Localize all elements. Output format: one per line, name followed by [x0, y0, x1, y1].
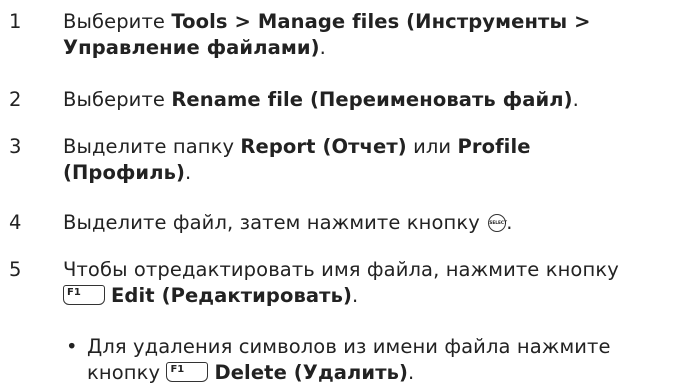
folder-name-profile: Profile: [457, 135, 531, 158]
bullet-text: Для удаления символов из имени файла наж…: [87, 334, 687, 386]
step-text: Выделите файл, затем нажмите кнопку SELE…: [63, 210, 688, 236]
step-text-plain: или: [406, 135, 458, 158]
step-number: 3: [9, 135, 22, 158]
step-number: 4: [9, 211, 22, 234]
punctuation: .: [352, 284, 359, 307]
punctuation: .: [506, 211, 513, 234]
punctuation: .: [319, 36, 326, 59]
step-text-plain: Выделите файл, затем нажмите кнопку: [63, 211, 487, 234]
instruction-document: 1 Выберите Tools > Manage files (Инструм…: [0, 0, 694, 388]
menu-path-continued: Управление файлами): [63, 36, 320, 59]
step-text-plain: Выделите папку: [63, 135, 241, 158]
step-text: Выберите Tools > Manage files (Инструмен…: [63, 9, 688, 61]
f1-key-icon: F1: [63, 285, 105, 305]
menu-item-name: Rename file (Переименовать файл): [171, 88, 573, 111]
folder-name-report: Report (Отчет): [240, 135, 407, 158]
step-number: 2: [9, 88, 22, 111]
select-key-icon: SELECT: [488, 214, 507, 232]
punctuation: .: [572, 88, 579, 111]
punctuation: .: [185, 161, 192, 184]
step-number: 1: [9, 10, 22, 33]
punctuation: .: [408, 361, 415, 384]
menu-path: Tools > Manage files (Инструменты >: [171, 10, 591, 33]
f1-key-icon: F1: [166, 362, 209, 382]
step-text: Выберите Rename file (Переименовать файл…: [63, 87, 688, 113]
bullet-symbol: •: [66, 335, 78, 358]
step-number: 5: [9, 258, 22, 281]
folder-name-profile-continued: (Профиль): [63, 161, 186, 184]
bullet-text-plain: кнопку: [87, 361, 167, 384]
soft-key-label: Delete (Удалить): [214, 361, 409, 384]
bullet-text-plain: Для удаления символов из имени файла наж…: [87, 335, 611, 358]
step-text-plain: Выберите: [63, 10, 172, 33]
soft-key-label: Edit (Редактировать): [111, 284, 353, 307]
step-text-plain: Чтобы отредактировать имя файла, нажмите…: [63, 258, 619, 281]
step-text-plain: Выберите: [63, 88, 172, 111]
step-text: Чтобы отредактировать имя файла, нажмите…: [63, 257, 688, 309]
step-text: Выделите папку Report (Отчет) или Profil…: [63, 134, 688, 186]
